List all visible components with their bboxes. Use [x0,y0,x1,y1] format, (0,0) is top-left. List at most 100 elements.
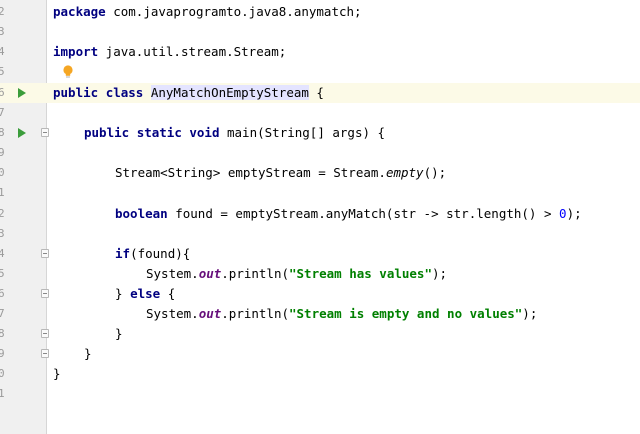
code-text: } else { [115,286,175,301]
code-line[interactable]: 6 } else { [0,284,640,304]
closing-brace: } [115,326,123,341]
line-number: 1 [0,186,5,199]
line-number: 1 [0,387,5,400]
code-text: } [53,366,61,381]
static-field: out [198,306,222,321]
import-path: java.util.stream.Stream; [98,44,287,59]
run-icon[interactable] [18,88,26,98]
fold-marker-icon[interactable] [41,329,49,338]
code-text: import java.util.stream.Stream; [53,44,286,59]
code-text: System.out.println("Stream has values"); [146,266,447,281]
code-line[interactable]: 8 public static void main(String[] args)… [0,123,640,143]
code-segment: Stream<String> emptyStream = Stream. [115,165,386,180]
code-text: } [115,326,123,341]
line-number: 7 [0,106,5,119]
string-literal: "Stream has values" [289,266,432,281]
code-line[interactable]: 0 } [0,364,640,384]
code-line[interactable]: 5 System.out.println("Stream has values"… [0,264,640,284]
line-number: 3 [0,227,5,240]
package-name: com.javaprogramto.java8.anymatch; [105,4,362,19]
keyword: import [53,44,99,59]
closing-brace: } [53,366,61,381]
code-segment: } [115,286,131,301]
closing-brace: } [84,346,92,361]
fold-marker-icon[interactable] [41,249,49,258]
code-line[interactable]: 2 package com.javaprogramto.java8.anymat… [0,2,640,22]
code-line[interactable]: 4 import java.util.stream.Stream; [0,42,640,62]
static-method: empty [385,165,424,180]
string-literal: "Stream is empty and no values" [289,306,523,321]
line-number: 6 [0,287,5,300]
line-number: 2 [0,5,5,18]
code-segment: (); [423,165,447,180]
code-text: public class AnyMatchOnEmptyStream { [53,85,324,100]
line-number: 9 [0,146,5,159]
code-segment: ); [566,206,582,221]
code-segment: System. [146,266,199,281]
line-number: 8 [0,126,5,139]
fold-marker-icon[interactable] [41,289,49,298]
code-line[interactable]: 9 [0,143,640,163]
code-line[interactable]: 9 } [0,344,640,364]
keyword: else [130,286,161,301]
code-line[interactable]: 0 Stream<String> emptyStream = Stream.em… [0,163,640,183]
code-line[interactable]: 3 [0,224,640,244]
line-number: 8 [0,327,5,340]
brace: { [308,85,324,100]
code-line[interactable]: 1 [0,384,640,404]
code-text: } [84,346,92,361]
code-text: package com.javaprogramto.java8.anymatch… [53,4,362,19]
line-number: 0 [0,367,5,380]
line-number: 4 [0,247,5,260]
lightbulb-icon[interactable] [62,64,74,80]
keyword: if [115,246,131,261]
keyword: boolean [115,206,168,221]
line-number: 4 [0,45,5,58]
code-line[interactable]: 2 boolean found = emptyStream.anyMatch(s… [0,204,640,224]
code-segment: (found){ [130,246,191,261]
code-line[interactable]: 1 [0,183,640,203]
code-line-current[interactable]: 6 public class AnyMatchOnEmptyStream { [0,83,640,103]
code-segment: { [160,286,176,301]
code-line[interactable]: 7 [0,103,640,123]
code-segment: .println( [221,266,289,281]
keyword: static [136,125,182,140]
code-line[interactable]: 8 } [0,324,640,344]
keyword: void [189,125,220,140]
method-signature: main(String[] args) { [219,125,386,140]
keyword: public [53,85,99,100]
class-name[interactable]: AnyMatchOnEmptyStream [150,85,309,100]
fold-marker-icon[interactable] [41,128,49,137]
fold-marker-icon[interactable] [41,349,49,358]
code-segment: System. [146,306,199,321]
code-segment: .println( [221,306,289,321]
code-editor[interactable]: 2 package com.javaprogramto.java8.anymat… [0,0,640,434]
code-line[interactable]: 4 if(found){ [0,244,640,264]
code-text: public static void main(String[] args) { [84,125,385,140]
code-segment: ); [432,266,448,281]
keyword: package [53,4,106,19]
code-segment: ); [522,306,538,321]
code-line[interactable]: 7 System.out.println("Stream is empty an… [0,304,640,324]
run-icon[interactable] [18,128,26,138]
line-number: 3 [0,25,5,38]
code-text: boolean found = emptyStream.anyMatch(str… [115,206,582,221]
code-text: if(found){ [115,246,190,261]
line-number: 0 [0,166,5,179]
code-segment: found = emptyStream.anyMatch(str -> str.… [167,206,560,221]
code-line[interactable]: 3 [0,22,640,42]
keyword: public [84,125,130,140]
number-literal: 0 [559,206,567,221]
code-text: Stream<String> emptyStream = Stream.empt… [115,165,446,180]
code-line[interactable]: 5 [0,62,640,82]
line-number: 6 [0,86,5,99]
static-field: out [198,266,222,281]
code-text: System.out.println("Stream is empty and … [146,306,537,321]
keyword: class [105,85,144,100]
line-number: 7 [0,307,5,320]
line-number: 5 [0,65,5,78]
line-number: 9 [0,347,5,360]
